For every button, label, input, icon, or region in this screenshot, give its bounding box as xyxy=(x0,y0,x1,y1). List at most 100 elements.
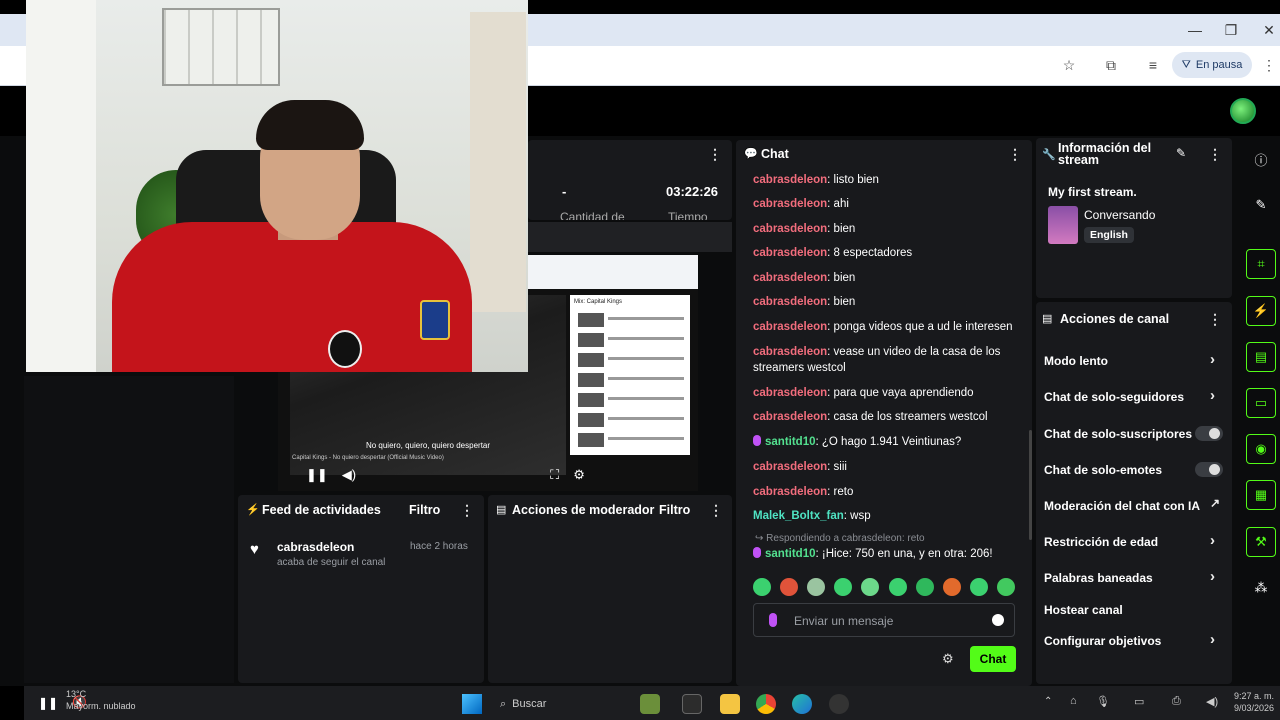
feed-item-user[interactable]: cabrasdeleon xyxy=(277,540,354,554)
taskbar-search[interactable]: ⌕ Buscar xyxy=(500,692,620,716)
gear-icon[interactable]: ⚙ xyxy=(573,467,585,483)
windows-start-icon[interactable] xyxy=(462,694,482,714)
chat-message[interactable]: cabrasdeleon: listo bien xyxy=(753,172,1021,188)
chat-settings-gear-icon[interactable]: ⚙ xyxy=(942,651,954,667)
file-explorer-icon[interactable] xyxy=(720,694,740,714)
action-age-restriction[interactable]: Restricción de edad xyxy=(1044,535,1158,549)
microphone-icon[interactable]: 🎙 xyxy=(1096,695,1110,708)
taskbar-clock[interactable]: 9:27 a. m. 9/03/2026 xyxy=(1230,690,1274,714)
chat-message[interactable]: santitd10: ¡Hice: 750 en una, y en otra:… xyxy=(753,546,1021,562)
extensions-icon[interactable]: ⧉ xyxy=(1100,54,1122,76)
chevron-right-icon[interactable]: › xyxy=(1210,568,1215,585)
obs-icon[interactable] xyxy=(829,694,849,714)
chat-message[interactable]: cabrasdeleon: ahi xyxy=(753,196,1021,212)
weather-widget[interactable]: 13°C Mayorm. nublado xyxy=(54,688,136,712)
emote-icon[interactable] xyxy=(996,578,1015,596)
display-icon[interactable]: ▭ xyxy=(1134,695,1144,708)
tools-icon[interactable]: ⚒ xyxy=(1246,527,1276,557)
broadcast-icon[interactable]: ◉ xyxy=(1246,434,1276,464)
widgets-icon[interactable] xyxy=(640,694,660,714)
chat-message[interactable]: cabrasdeleon: bien xyxy=(753,294,1021,310)
chat-scrollbar[interactable] xyxy=(1029,430,1032,540)
minimize-icon[interactable]: — xyxy=(1180,18,1210,42)
restore-icon[interactable]: ❐ xyxy=(1216,18,1246,42)
chat-message[interactable]: cabrasdeleon: siii xyxy=(753,459,1021,475)
chat-message[interactable]: cabrasdeleon: para que vaya aprendiendo xyxy=(753,385,1021,401)
lightning-icon[interactable]: ⚡ xyxy=(1246,296,1276,326)
chat-message[interactable]: santitd10: ¿O hago 1.941 Veintiunas? xyxy=(753,434,1021,450)
mod-filter-button[interactable]: Filtro xyxy=(659,503,690,517)
webcam-overlay xyxy=(26,0,528,372)
chevron-right-icon[interactable]: › xyxy=(1210,631,1215,648)
emote-icon[interactable] xyxy=(969,578,988,596)
emote-icon[interactable] xyxy=(780,578,799,596)
menu-icon[interactable]: ⋮ xyxy=(1258,54,1280,76)
playlist-label xyxy=(608,437,684,440)
task-view-icon[interactable] xyxy=(682,694,702,714)
chat-message[interactable]: cabrasdeleon: vease un video de la casa … xyxy=(753,344,1021,376)
edit-pencil-icon[interactable]: ✎ xyxy=(1176,146,1186,160)
close-icon[interactable]: ✕ xyxy=(1254,18,1280,42)
volume-icon[interactable]: ◀) xyxy=(342,467,356,483)
external-link-icon[interactable]: ↗ xyxy=(1210,496,1220,510)
apps-icon[interactable]: ⁂ xyxy=(1246,573,1276,603)
chat-message[interactable]: cabrasdeleon: bien xyxy=(753,270,1021,286)
chevron-up-icon[interactable]: ⌃ xyxy=(1044,696,1052,707)
stats-kebab-icon[interactable]: ⋮ xyxy=(708,146,722,163)
emote-icon[interactable] xyxy=(753,578,771,596)
action-goals[interactable]: Configurar objetivos xyxy=(1044,634,1161,648)
emote-icon[interactable] xyxy=(942,578,961,596)
emotes-only-toggle[interactable] xyxy=(1195,462,1223,477)
chat-message[interactable]: cabrasdeleon: bien xyxy=(753,221,1021,237)
layout-icon[interactable]: ▦ xyxy=(1246,480,1276,510)
action-followers-only[interactable]: Chat de solo-seguidores xyxy=(1044,390,1184,404)
pause-icon[interactable]: ❚❚ xyxy=(306,467,328,483)
chat-message[interactable]: cabrasdeleon: casa de los streamers west… xyxy=(753,409,1021,425)
info-kebab-icon[interactable]: ⋮ xyxy=(1208,146,1222,163)
playlist-thumb xyxy=(578,373,604,387)
feed-filter-button[interactable]: Filtro xyxy=(409,503,440,517)
info-icon[interactable]: ⓘ xyxy=(1246,144,1276,174)
actions-kebab-icon[interactable]: ⋮ xyxy=(1208,311,1222,328)
feed-title: Feed de actividades xyxy=(262,503,381,517)
chat-message[interactable]: cabrasdeleon: 8 espectadores xyxy=(753,245,1021,261)
volume-icon[interactable]: ◀) xyxy=(1206,695,1218,708)
chevron-right-icon[interactable]: › xyxy=(1210,532,1215,549)
chrome-icon[interactable] xyxy=(756,694,776,714)
emote-icon[interactable] xyxy=(888,578,907,596)
emote-icon[interactable] xyxy=(834,578,853,596)
feed-kebab-icon[interactable]: ⋮ xyxy=(460,502,474,519)
pause-sync-chip[interactable]: ⛛ En pausa xyxy=(1172,52,1252,78)
webcam-wall xyxy=(26,0,96,372)
emoji-icon[interactable] xyxy=(992,614,1004,626)
chat-send-button[interactable]: Chat xyxy=(970,646,1016,672)
action-banned-words[interactable]: Palabras baneadas xyxy=(1044,571,1153,585)
pencil-icon[interactable]: ✎ xyxy=(1246,190,1276,220)
chevron-right-icon[interactable]: › xyxy=(1210,351,1215,368)
action-ai-moderation[interactable]: Moderación del chat con IA xyxy=(1044,499,1200,513)
action-slow-mode[interactable]: Modo lento xyxy=(1044,354,1108,368)
star-icon[interactable]: ☆ xyxy=(1058,54,1080,76)
chat-message[interactable]: cabrasdeleon: reto xyxy=(753,484,1021,500)
media-icon[interactable]: ≡ xyxy=(1142,54,1164,76)
notes-icon[interactable]: ▤ xyxy=(1246,342,1276,372)
chat-message[interactable]: Malek_Boltx_fan: wsp xyxy=(753,508,1021,524)
network-icon[interactable]: ⌂ xyxy=(1070,695,1077,707)
user-avatar[interactable] xyxy=(1230,98,1256,124)
focus-icon[interactable]: ⌗ xyxy=(1246,249,1276,279)
emote-icon[interactable] xyxy=(807,578,826,596)
mod-kebab-icon[interactable]: ⋮ xyxy=(709,502,723,519)
chevron-right-icon[interactable]: › xyxy=(1210,387,1215,404)
action-host-channel[interactable]: Hostear canal xyxy=(1044,603,1123,617)
mic-icon[interactable] xyxy=(769,613,777,627)
fullscreen-icon[interactable]: ⛶ xyxy=(550,467,559,483)
chat-kebab-icon[interactable]: ⋮ xyxy=(1008,146,1022,163)
emote-icon[interactable] xyxy=(861,578,880,596)
chat-icon[interactable]: ▭ xyxy=(1246,388,1276,418)
edge-icon[interactable] xyxy=(792,694,812,714)
chat-message[interactable]: cabrasdeleon: ponga videos que a ud le i… xyxy=(753,319,1021,335)
printer-icon[interactable]: ⎙ xyxy=(1172,695,1181,708)
chat-message-input[interactable]: Enviar un mensaje xyxy=(753,603,1015,637)
subscribers-only-toggle[interactable] xyxy=(1195,426,1223,441)
emote-icon[interactable] xyxy=(915,578,934,596)
